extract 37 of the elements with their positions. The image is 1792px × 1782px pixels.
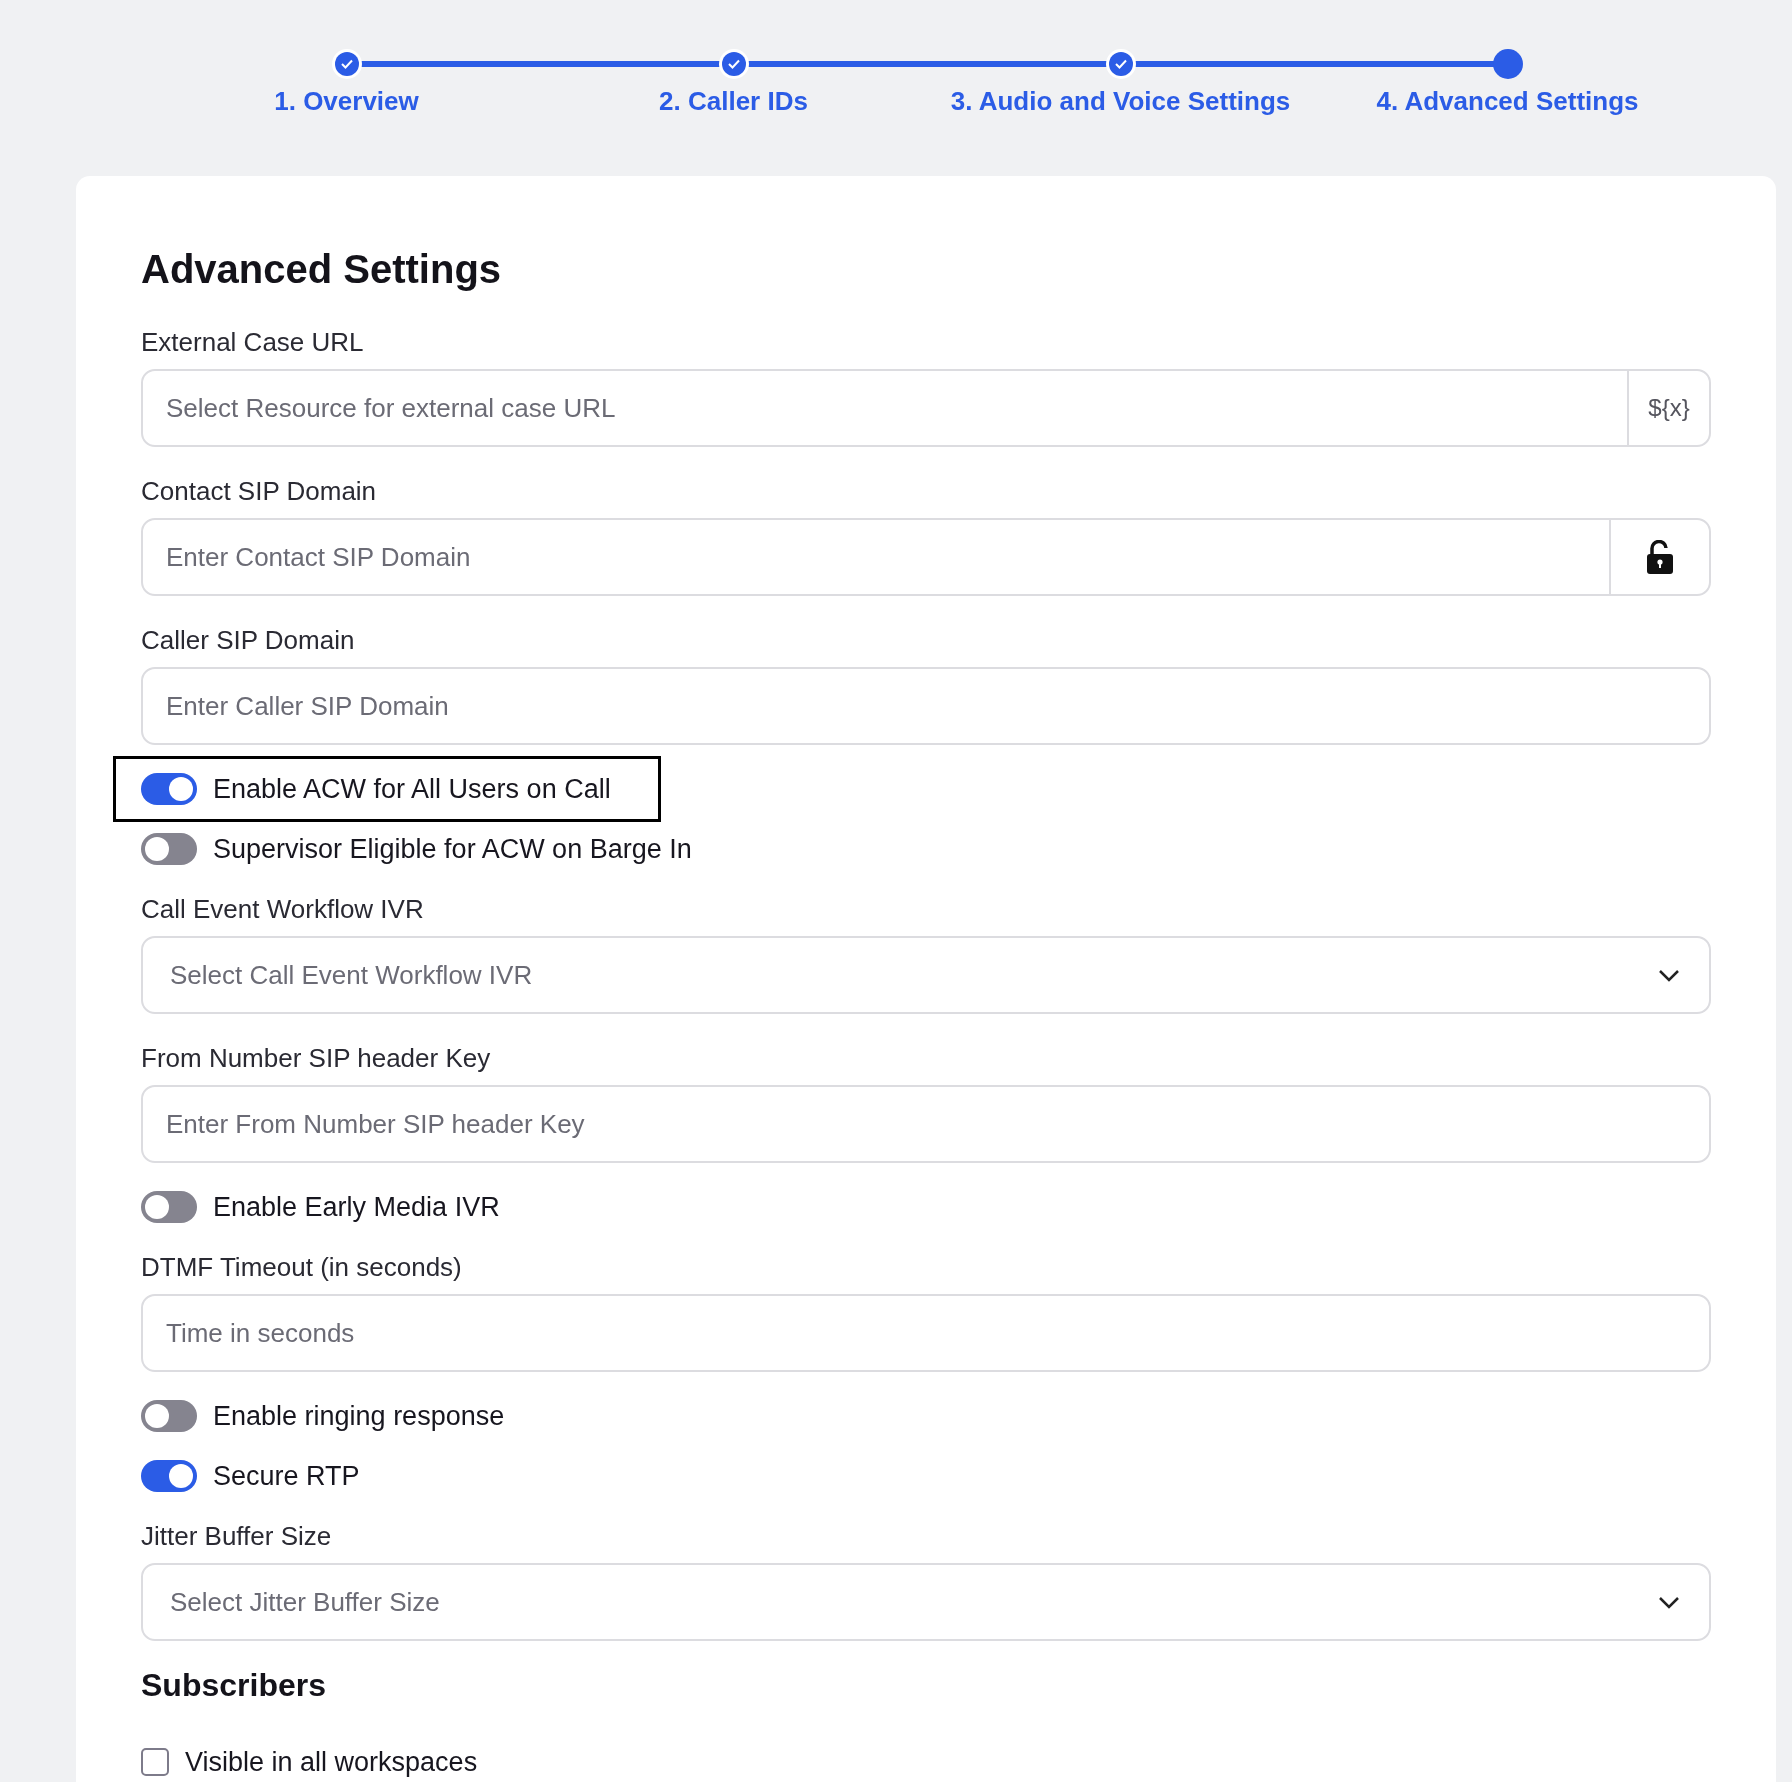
input-field[interactable]: Enter Caller SIP Domain bbox=[143, 669, 1709, 743]
field-label: Contact SIP Domain bbox=[141, 476, 378, 506]
step-label[interactable]: 1. Overview bbox=[274, 82, 419, 121]
toggle-label: Enable Early Media IVR bbox=[213, 1190, 500, 1224]
step-label[interactable]: 3. Audio and Voice Settings bbox=[950, 82, 1291, 121]
toggle-switch[interactable] bbox=[141, 1460, 197, 1492]
toggle-switch[interactable] bbox=[141, 1400, 197, 1432]
toggle-switch[interactable] bbox=[141, 1191, 197, 1223]
toggle-label: Enable ringing response bbox=[213, 1399, 505, 1433]
variable-addon[interactable]: ${x} bbox=[1627, 371, 1709, 445]
toggle-switch[interactable] bbox=[141, 833, 197, 865]
check-icon bbox=[340, 59, 353, 69]
field-label: Caller SIP Domain bbox=[141, 625, 356, 655]
toggle-label: Supervisor Eligible for ACW on Barge In bbox=[213, 832, 692, 866]
field-label: DTMF Timeout (in seconds) bbox=[141, 1252, 463, 1282]
field-label: Jitter Buffer Size bbox=[141, 1521, 333, 1551]
input-group[interactable]: Select Resource for external case URL ${x} bbox=[141, 369, 1711, 447]
checkbox[interactable] bbox=[141, 1748, 169, 1776]
toggle-label: Enable ACW for All Users on Call bbox=[213, 772, 611, 806]
step-label[interactable]: 4. Advanced Settings bbox=[1376, 82, 1639, 121]
input-field[interactable]: Time in seconds bbox=[143, 1296, 1709, 1370]
unlocked-padlock-icon[interactable] bbox=[1645, 540, 1675, 574]
check-icon bbox=[1114, 59, 1127, 69]
field-label: External Case URL bbox=[141, 327, 365, 357]
check-icon bbox=[727, 59, 740, 69]
toggle-label: Secure RTP bbox=[213, 1459, 360, 1493]
input-field[interactable]: Enter From Number SIP header Key bbox=[143, 1087, 1709, 1161]
toggle-switch[interactable] bbox=[141, 773, 197, 805]
input-field[interactable]: Select Resource for external case URL bbox=[143, 371, 1627, 445]
step-label[interactable]: 2. Caller IDs bbox=[659, 82, 808, 121]
field-label: From Number SIP header Key bbox=[141, 1043, 492, 1073]
section-title: Subscribers bbox=[141, 1666, 327, 1705]
section-title: Advanced Settings bbox=[141, 246, 503, 293]
checkbox-label: Visible in all workspaces bbox=[185, 1746, 478, 1779]
chevron-down-icon bbox=[1658, 1595, 1680, 1609]
chevron-down-icon bbox=[1658, 968, 1680, 982]
field-label: Call Event Workflow IVR bbox=[141, 894, 425, 924]
